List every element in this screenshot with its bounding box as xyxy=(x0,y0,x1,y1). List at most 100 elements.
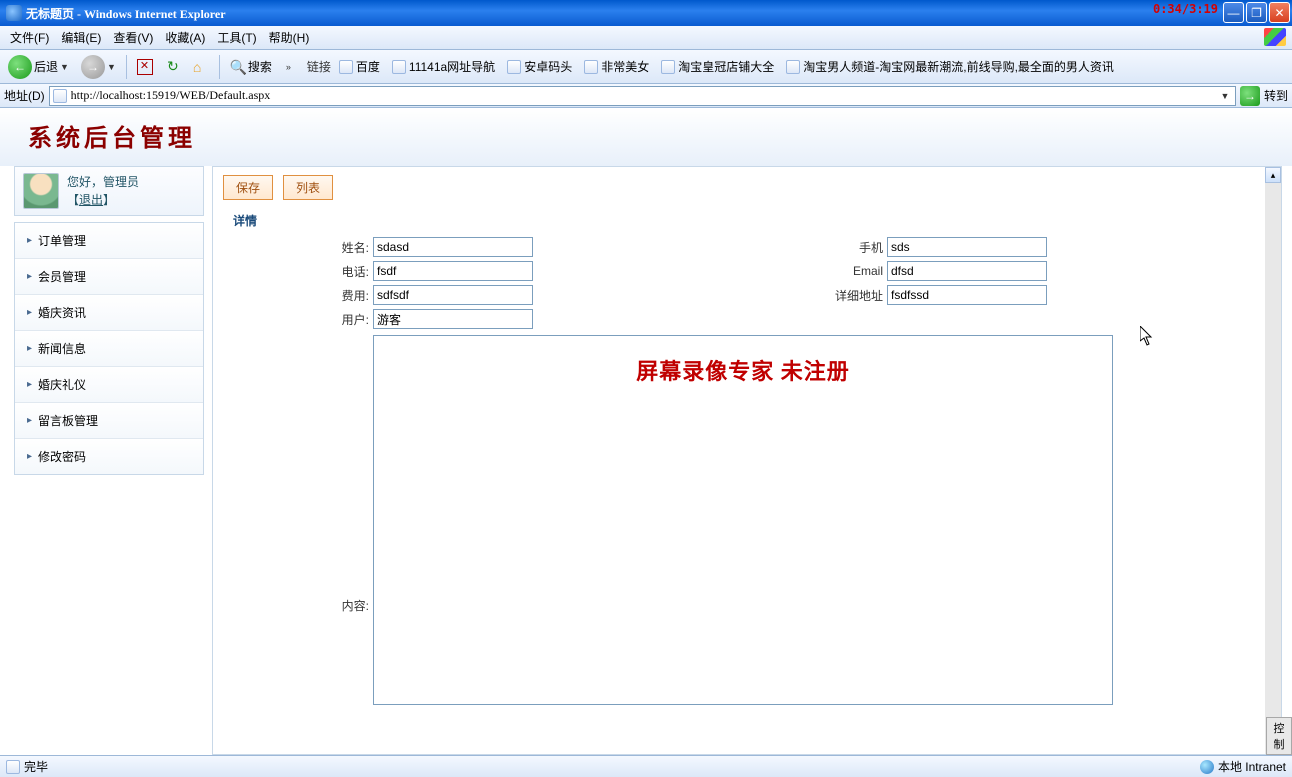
content-pane: ▴ 保存 列表 详情 姓名: 手机 xyxy=(212,166,1282,755)
back-label: 后退 xyxy=(34,58,58,75)
content-label: 内容: xyxy=(233,597,373,614)
list-button[interactable]: 列表 xyxy=(283,175,333,200)
windows-logo-icon xyxy=(1264,28,1286,46)
nav-label: 修改密码 xyxy=(38,448,86,465)
back-button[interactable]: ← 后退 ▼ xyxy=(4,53,73,81)
page-icon xyxy=(661,60,675,74)
mobile-label: 手机 xyxy=(747,239,887,256)
url-dropdown-icon[interactable]: ▼ xyxy=(1218,91,1232,101)
separator xyxy=(126,55,127,79)
link-text: 11141a网址导航 xyxy=(409,58,495,75)
nav-item-wedding-news[interactable]: ▸婚庆资讯 xyxy=(15,295,203,331)
window-maximize-button[interactable]: ❐ xyxy=(1246,2,1267,23)
page-icon xyxy=(786,60,800,74)
menu-help[interactable]: 帮助(H) xyxy=(263,27,316,48)
address-bar: 地址(D) ▼ → 转到 xyxy=(0,84,1292,108)
menu-view[interactable]: 查看(V) xyxy=(107,27,159,48)
arrow-right-icon: ▸ xyxy=(27,379,32,390)
nav-list: ▸订单管理 ▸会员管理 ▸婚庆资讯 ▸新闻信息 ▸婚庆礼仪 ▸留言板管理 ▸修改… xyxy=(14,222,204,475)
link-text: 安卓码头 xyxy=(524,58,572,75)
home-button[interactable]: ⌂ xyxy=(189,57,213,77)
url-input[interactable] xyxy=(71,88,1214,103)
phone-field[interactable] xyxy=(373,261,533,281)
phone-label: 电话: xyxy=(233,263,373,280)
search-label: 搜索 xyxy=(248,58,272,75)
stop-button[interactable] xyxy=(133,57,157,77)
arrow-right-icon: ▸ xyxy=(27,307,32,318)
nav-item-password[interactable]: ▸ 修改密码 xyxy=(15,439,203,474)
window-minimize-button[interactable]: — xyxy=(1223,2,1244,23)
window-title: 无标题页 - Windows Internet Explorer xyxy=(26,5,226,22)
arrow-right-icon: ▸ xyxy=(27,235,32,246)
nav-label: 订单管理 xyxy=(38,232,86,249)
watermark-text: 屏幕录像专家 未注册 xyxy=(636,354,850,386)
favorite-link[interactable]: 11141a网址导航 xyxy=(388,57,499,76)
scroll-up-icon[interactable]: ▴ xyxy=(1265,167,1281,183)
link-text: 非常美女 xyxy=(601,58,649,75)
menu-favorites[interactable]: 收藏(A) xyxy=(159,27,211,48)
link-text: 淘宝男人频道-淘宝网最新潮流,前线导购,最全面的男人资讯 xyxy=(803,58,1114,75)
status-bar: 完毕 本地 Intranet xyxy=(0,755,1292,777)
link-text: 百度 xyxy=(356,58,380,75)
user-info-box: 您好，管理员 【退出】 xyxy=(14,166,204,216)
window-close-button[interactable]: ✕ xyxy=(1269,2,1290,23)
favorite-link[interactable]: 淘宝男人频道-淘宝网最新潮流,前线导购,最全面的男人资讯 xyxy=(782,57,1118,76)
address-field[interactable] xyxy=(887,285,1047,305)
refresh-icon: ↻ xyxy=(165,59,181,75)
status-text: 完毕 xyxy=(24,758,48,775)
window-titlebar: 无标题页 - Windows Internet Explorer 0:34/3:… xyxy=(0,0,1292,26)
scrollbar[interactable]: ▴ xyxy=(1265,167,1281,754)
nav-label: 会员管理 xyxy=(38,268,86,285)
menu-edit[interactable]: 编辑(E) xyxy=(55,27,107,48)
save-button[interactable]: 保存 xyxy=(223,175,273,200)
nav-item-members[interactable]: ▸会员管理 xyxy=(15,259,203,295)
page-icon xyxy=(584,60,598,74)
nav-label: 留言板管理 xyxy=(38,412,98,429)
greeting-text: 您好，管理员 xyxy=(67,173,139,191)
nav-item-orders[interactable]: ▸ 订单管理 xyxy=(15,223,203,259)
toolbar-overflow-icon[interactable]: » xyxy=(286,62,291,72)
go-button[interactable]: → xyxy=(1240,86,1260,106)
section-title: 详情 xyxy=(213,208,1281,237)
fee-label: 费用: xyxy=(233,287,373,304)
user-field[interactable] xyxy=(373,309,533,329)
page-icon xyxy=(392,60,406,74)
favorite-link[interactable]: 安卓码头 xyxy=(503,57,576,76)
search-button[interactable]: 🔍 搜索 xyxy=(226,56,276,77)
name-field[interactable] xyxy=(373,237,533,257)
control-panel-tab[interactable]: 控制 xyxy=(1266,717,1292,755)
url-field[interactable]: ▼ xyxy=(49,86,1236,106)
nav-item-etiquette[interactable]: ▸ 婚庆礼仪 xyxy=(15,367,203,403)
email-field[interactable] xyxy=(887,261,1047,281)
forward-button[interactable]: → ▼ xyxy=(77,53,120,81)
recording-timer: 0:34/3:19 xyxy=(1153,2,1218,16)
logout-link[interactable]: 退出 xyxy=(79,193,103,207)
ie-icon xyxy=(6,5,22,21)
fee-field[interactable] xyxy=(373,285,533,305)
mobile-field[interactable] xyxy=(887,237,1047,257)
menu-tools[interactable]: 工具(T) xyxy=(211,27,262,48)
favorite-link[interactable]: 淘宝皇冠店铺大全 xyxy=(657,57,778,76)
menu-file[interactable]: 文件(F) xyxy=(4,27,55,48)
home-icon: ⌂ xyxy=(193,59,209,75)
detail-form: 姓名: 手机 电话: Email xyxy=(213,237,1281,709)
favorite-link[interactable]: 非常美女 xyxy=(580,57,653,76)
arrow-right-icon: ▸ xyxy=(27,451,32,462)
nav-label: 婚庆礼仪 xyxy=(38,376,86,393)
globe-icon xyxy=(1200,760,1214,774)
nav-item-guestbook[interactable]: ▸留言板管理 xyxy=(15,403,203,439)
menu-bar: 文件(F) 编辑(E) 查看(V) 收藏(A) 工具(T) 帮助(H) xyxy=(0,26,1292,50)
favorite-link[interactable]: 百度 xyxy=(335,57,384,76)
page-icon xyxy=(6,760,20,774)
refresh-button[interactable]: ↻ xyxy=(161,57,185,77)
nav-item-news[interactable]: ▸新闻信息 xyxy=(15,331,203,367)
content-editor[interactable]: 屏幕录像专家 未注册 xyxy=(373,335,1113,705)
arrow-right-icon: ▸ xyxy=(27,343,32,354)
page-header: 系统后台管理 xyxy=(0,108,1292,166)
search-icon: 🔍 xyxy=(230,59,246,75)
chevron-down-icon: ▼ xyxy=(60,62,69,72)
chevron-down-icon: ▼ xyxy=(107,62,116,72)
page-icon xyxy=(53,89,67,103)
logout-wrap: 【退出】 xyxy=(67,191,139,209)
security-zone: 本地 Intranet xyxy=(1218,758,1286,775)
